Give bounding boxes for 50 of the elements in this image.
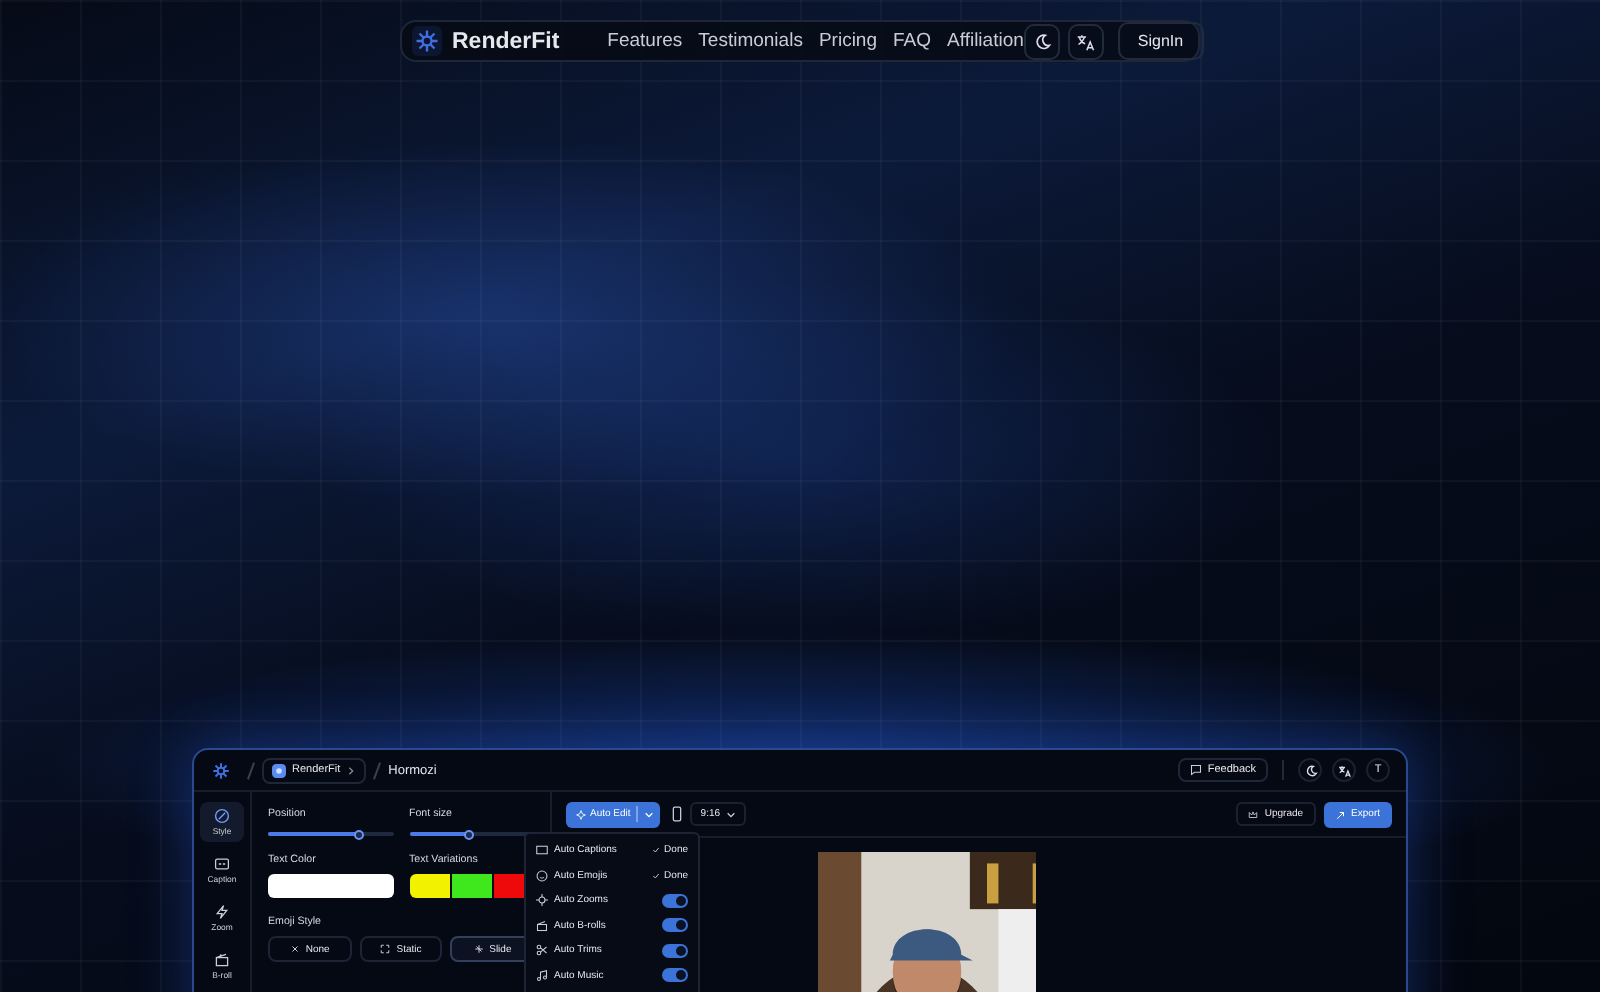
chevron-down-icon — [644, 809, 655, 819]
export-icon — [1335, 809, 1346, 819]
scissors-icon — [536, 944, 548, 957]
chevron-down-icon — [726, 809, 737, 819]
toggle-switch[interactable] — [662, 893, 688, 908]
nav-link[interactable]: Testimonials — [698, 30, 803, 52]
translate-icon — [1075, 31, 1096, 51]
nav-link[interactable]: Affiliation — [947, 30, 1024, 52]
breadcrumb-separator — [247, 761, 255, 779]
phone-icon — [672, 806, 683, 822]
nav-link[interactable]: Pricing — [818, 30, 877, 52]
translate-icon — [1337, 763, 1351, 777]
logo-icon[interactable] — [210, 759, 232, 781]
moon-icon — [1031, 31, 1052, 51]
lightning-icon — [214, 904, 230, 920]
clapperboard-icon — [214, 952, 230, 968]
moon-icon — [1303, 763, 1317, 777]
color-swatch[interactable] — [268, 874, 393, 898]
music-icon — [536, 969, 548, 982]
color-variation[interactable] — [409, 874, 450, 898]
caption-icon — [214, 856, 230, 872]
sparkle-icon — [576, 809, 586, 819]
theme-toggle-button[interactable] — [1298, 758, 1322, 782]
crosshair-icon — [536, 894, 548, 907]
breadcrumb-separator — [373, 761, 382, 779]
crown-icon — [1248, 809, 1259, 819]
frame-icon — [380, 944, 391, 954]
check-icon — [652, 846, 661, 855]
smiley-icon — [536, 869, 548, 882]
nav-link[interactable]: Features — [607, 30, 683, 52]
color-variation[interactable] — [451, 874, 492, 898]
palette-icon — [214, 808, 230, 824]
toggle-switch[interactable] — [662, 918, 688, 933]
sparkle-icon — [473, 944, 484, 954]
check-icon — [652, 871, 661, 880]
brand-name[interactable]: RenderFit — [452, 29, 560, 53]
language-button[interactable] — [1332, 758, 1356, 782]
sign-in-button[interactable]: SignIn — [1117, 22, 1204, 60]
logo-icon[interactable] — [412, 26, 442, 56]
close-icon — [289, 944, 300, 954]
nav-link[interactable]: FAQ — [893, 30, 932, 52]
caption-icon — [536, 844, 548, 857]
chevron-icon — [346, 765, 357, 775]
theme-toggle-button[interactable] — [1023, 23, 1060, 59]
clapperboard-icon — [536, 919, 548, 932]
chat-icon — [1189, 764, 1202, 776]
toggle-switch[interactable] — [662, 968, 688, 983]
language-button[interactable] — [1067, 23, 1104, 59]
workspace-icon — [272, 763, 286, 777]
toggle-switch[interactable] — [662, 943, 688, 958]
